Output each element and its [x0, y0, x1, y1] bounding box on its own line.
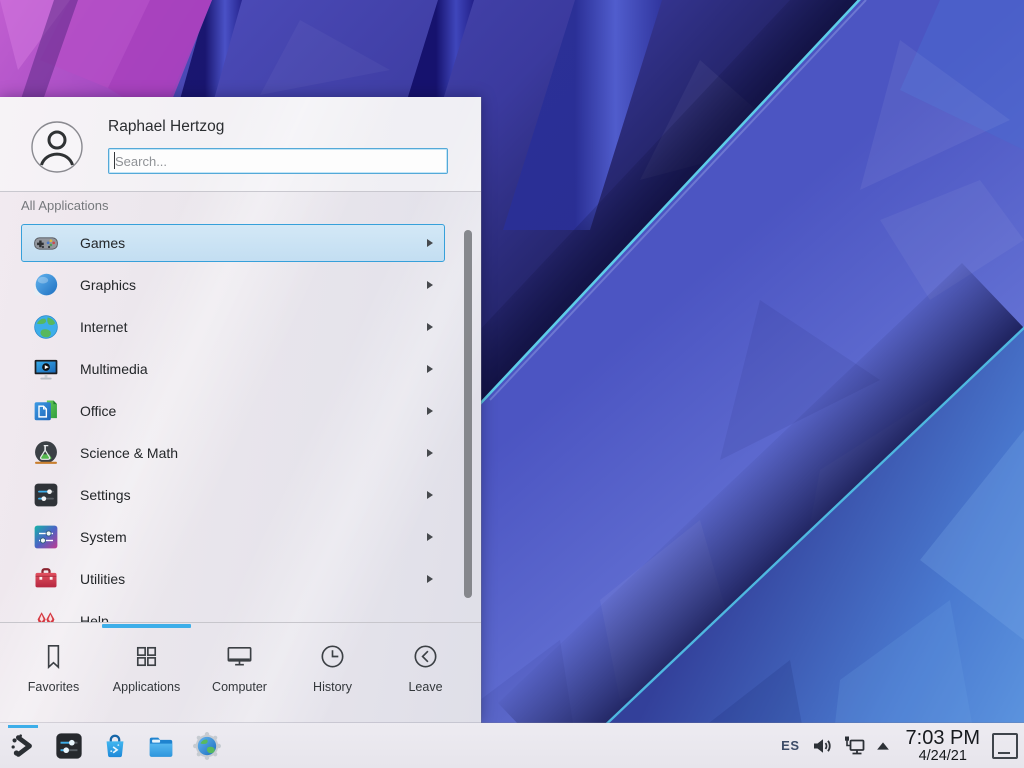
- list-separator: [0, 622, 481, 623]
- taskbar-web-browser-button[interactable]: [192, 731, 222, 761]
- tab-label: History: [313, 680, 352, 694]
- category-label: Graphics: [80, 277, 136, 293]
- submenu-arrow-icon: [427, 281, 433, 289]
- category-label: Help: [80, 613, 109, 622]
- tab-label: Favorites: [28, 680, 79, 694]
- application-launcher-popup: Raphael Hertzog All Applications Games G…: [0, 97, 481, 723]
- submenu-arrow-icon: [427, 365, 433, 373]
- submenu-arrow-icon: [427, 407, 433, 415]
- grid-icon: [131, 641, 162, 672]
- utilities-toolbox-icon: [32, 565, 60, 593]
- category-item-settings[interactable]: Settings: [21, 476, 445, 514]
- category-item-graphics[interactable]: Graphics: [21, 266, 445, 304]
- gamepad-icon: [32, 229, 60, 257]
- category-item-system[interactable]: System: [21, 518, 445, 556]
- settings-sliders-icon: [32, 481, 60, 509]
- category-label: Games: [80, 235, 125, 251]
- submenu-arrow-icon: [427, 323, 433, 331]
- show-desktop-button[interactable]: [992, 733, 1018, 759]
- science-flask-icon: [32, 439, 60, 467]
- category-label: Office: [80, 403, 116, 419]
- launcher-header: Raphael Hertzog: [0, 97, 481, 192]
- clock-date: 4/24/21: [919, 749, 967, 764]
- bookmark-icon: [38, 641, 69, 672]
- category-label: Multimedia: [80, 361, 148, 377]
- search-input[interactable]: [108, 148, 448, 174]
- settings-dark-icon: [54, 731, 84, 761]
- category-item-games[interactable]: Games: [21, 224, 445, 262]
- expand-tray-icon[interactable]: [874, 737, 892, 755]
- category-item-help[interactable]: Help: [21, 602, 445, 622]
- discover-bag-icon: [100, 731, 130, 761]
- leave-icon: [410, 641, 441, 672]
- launcher-tabbar: Favorites Applications Computer History …: [7, 628, 473, 723]
- category-label: Internet: [80, 319, 127, 335]
- category-label: Utilities: [80, 571, 125, 587]
- category-label: Science & Math: [80, 445, 178, 461]
- user-avatar-icon[interactable]: [31, 121, 83, 173]
- tab-label: Leave: [408, 680, 442, 694]
- user-name: Raphael Hertzog: [108, 118, 224, 136]
- tab-history[interactable]: History: [286, 628, 379, 723]
- keyboard-layout-indicator[interactable]: ES: [781, 738, 799, 753]
- computer-icon: [224, 641, 255, 672]
- section-label: All Applications: [21, 198, 108, 213]
- graphics-sphere-icon: [32, 271, 60, 299]
- globe-icon: [32, 313, 60, 341]
- kde-launcher-icon: [8, 731, 38, 761]
- category-label: System: [80, 529, 127, 545]
- taskbar-application-launcher-button[interactable]: [8, 731, 38, 761]
- submenu-arrow-icon: [427, 239, 433, 247]
- tab-label: Computer: [212, 680, 267, 694]
- taskbar-file-manager-button[interactable]: [146, 731, 176, 761]
- history-icon: [317, 641, 348, 672]
- submenu-arrow-icon: [427, 575, 433, 583]
- tab-favorites[interactable]: Favorites: [7, 628, 100, 723]
- scrollbar-thumb[interactable]: [464, 230, 472, 598]
- help-red-icon: [32, 607, 60, 622]
- volume-icon[interactable]: [810, 734, 834, 758]
- tab-label: Applications: [113, 680, 180, 694]
- taskbar-panel: ES 7:03 PM 4/24/21: [0, 723, 1024, 768]
- tab-computer[interactable]: Computer: [193, 628, 286, 723]
- category-item-internet[interactable]: Internet: [21, 308, 445, 346]
- taskbar-launchers: [8, 723, 222, 768]
- category-item-multimedia[interactable]: Multimedia: [21, 350, 445, 388]
- browser-globe-gear-icon: [192, 731, 222, 761]
- multimedia-screen-icon: [32, 355, 60, 383]
- tab-applications[interactable]: Applications: [100, 628, 193, 723]
- category-item-science-math[interactable]: Science & Math: [21, 434, 445, 472]
- submenu-arrow-icon: [427, 449, 433, 457]
- system-tray: ES 7:03 PM 4/24/21: [781, 723, 1018, 768]
- taskbar-system-settings-button[interactable]: [54, 731, 84, 761]
- digital-clock[interactable]: 7:03 PM 4/24/21: [906, 728, 980, 764]
- network-icon[interactable]: [842, 734, 866, 758]
- clock-time: 7:03 PM: [906, 728, 980, 749]
- text-caret: [114, 152, 115, 169]
- submenu-arrow-icon: [427, 533, 433, 541]
- submenu-arrow-icon: [427, 491, 433, 499]
- category-list: Games Graphics Internet Multimedia Offic…: [21, 224, 445, 622]
- office-documents-icon: [32, 397, 60, 425]
- category-label: Settings: [80, 487, 131, 503]
- dolphin-folder-icon: [146, 731, 176, 761]
- category-item-utilities[interactable]: Utilities: [21, 560, 445, 598]
- tab-leave[interactable]: Leave: [379, 628, 472, 723]
- system-sliders-icon: [32, 523, 60, 551]
- category-item-office[interactable]: Office: [21, 392, 445, 430]
- taskbar-discover-software-button[interactable]: [100, 731, 130, 761]
